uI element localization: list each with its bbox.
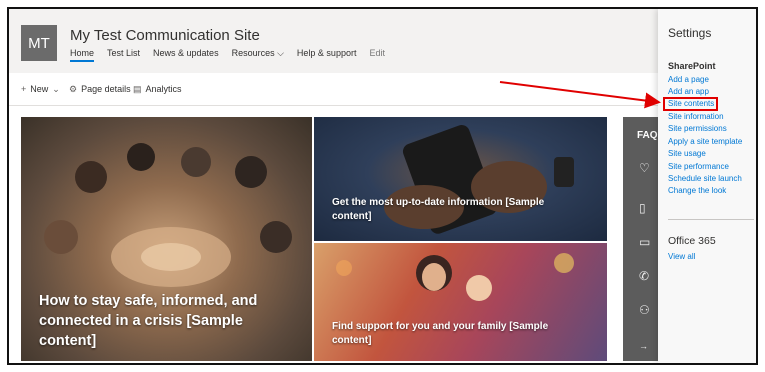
annotation-arrow-icon bbox=[499, 81, 661, 109]
screenshot-frame: MT My Test Communication Site Home Test … bbox=[7, 7, 758, 365]
